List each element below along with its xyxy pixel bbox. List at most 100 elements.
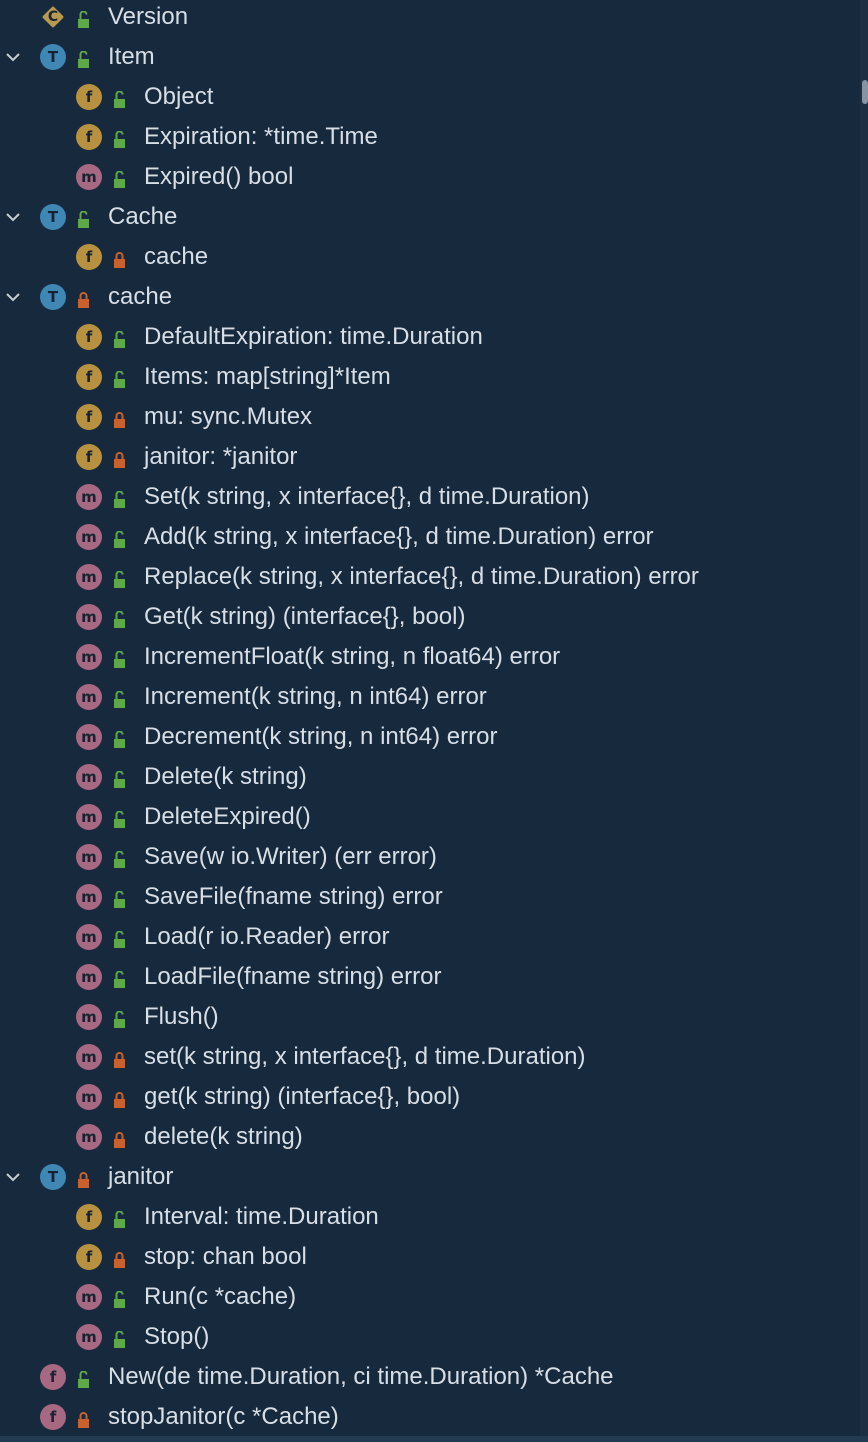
tree-row[interactable]: m IncrementFloat(k string, n float64) err… bbox=[0, 637, 860, 677]
field-icon: f bbox=[76, 84, 102, 110]
tree-row[interactable]: m Add(k string, x interface{}, d time.Dur… bbox=[0, 517, 860, 557]
tree-row[interactable]: C Version bbox=[0, 0, 860, 37]
tree-item-label: DeleteExpired() bbox=[144, 803, 311, 830]
tree-row[interactable]: m LoadFile(fname string) error bbox=[0, 957, 860, 997]
tree-row[interactable]: m get(k string) (interface{}, bool) bbox=[0, 1077, 860, 1117]
tree-row[interactable]: f cache bbox=[0, 237, 860, 277]
tree-row[interactable]: T Cache bbox=[0, 197, 860, 237]
tree-row[interactable]: m Load(r io.Reader) error bbox=[0, 917, 860, 957]
tree-item-label: Set(k string, x interface{}, d time.Dura… bbox=[144, 483, 590, 510]
method-icon: m bbox=[76, 604, 102, 630]
tree-row[interactable]: m Expired() bool bbox=[0, 157, 860, 197]
public-lock-icon bbox=[111, 88, 129, 108]
public-lock-icon bbox=[111, 168, 129, 188]
method-icon: m bbox=[76, 724, 102, 750]
tree-item-label: delete(k string) bbox=[144, 1123, 303, 1150]
tree-item-label: Decrement(k string, n int64) error bbox=[144, 723, 498, 750]
public-lock-icon bbox=[111, 328, 129, 348]
tree-row[interactable]: m Increment(k string, n int64) error bbox=[0, 677, 860, 717]
tree-row[interactable]: m Delete(k string) bbox=[0, 757, 860, 797]
vertical-scrollbar[interactable] bbox=[860, 0, 868, 1442]
chevron-down-icon[interactable] bbox=[3, 287, 23, 307]
public-lock-icon bbox=[111, 808, 129, 828]
tree-row[interactable]: f Items: map[string]*Item bbox=[0, 357, 860, 397]
tree-item-label: DefaultExpiration: time.Duration bbox=[144, 323, 483, 350]
method-icon: m bbox=[76, 844, 102, 870]
method-icon: m bbox=[76, 804, 102, 830]
tree-item-label: Object bbox=[144, 83, 214, 110]
chevron-down-icon[interactable] bbox=[3, 1167, 23, 1187]
tree-item-label: Expired() bool bbox=[144, 163, 294, 190]
horizontal-scrollbar[interactable] bbox=[0, 1436, 868, 1442]
tree-row[interactable]: m Save(w io.Writer) (err error) bbox=[0, 837, 860, 877]
tree-row[interactable]: f stopJanitor(c *Cache) bbox=[0, 1397, 860, 1437]
tree-row[interactable]: m Decrement(k string, n int64) error bbox=[0, 717, 860, 757]
field-icon: f bbox=[76, 444, 102, 470]
tree-row[interactable]: m DeleteExpired() bbox=[0, 797, 860, 837]
tree-row[interactable]: m delete(k string) bbox=[0, 1117, 860, 1157]
chevron-down-icon[interactable] bbox=[3, 47, 23, 67]
tree-row[interactable]: m Run(c *cache) bbox=[0, 1277, 860, 1317]
function-icon: f bbox=[40, 1404, 66, 1430]
tree-row[interactable]: f Object bbox=[0, 77, 860, 117]
tree-row[interactable]: f Interval: time.Duration bbox=[0, 1197, 860, 1237]
method-icon: m bbox=[76, 884, 102, 910]
method-icon: m bbox=[76, 484, 102, 510]
private-lock-icon bbox=[111, 1088, 129, 1108]
tree-row[interactable]: f New(de time.Duration, ci time.Duration)… bbox=[0, 1357, 860, 1397]
tree-row[interactable]: f stop: chan bool bbox=[0, 1237, 860, 1277]
tree-item-label: Expiration: *time.Time bbox=[144, 123, 378, 150]
chevron-down-icon[interactable] bbox=[3, 207, 23, 227]
private-lock-icon bbox=[111, 448, 129, 468]
tree-item-label: Save(w io.Writer) (err error) bbox=[144, 843, 437, 870]
tree-row[interactable]: m Stop() bbox=[0, 1317, 860, 1357]
field-icon: f bbox=[76, 1204, 102, 1230]
tree-item-label: stop: chan bool bbox=[144, 1243, 307, 1270]
public-lock-icon bbox=[75, 208, 93, 228]
public-lock-icon bbox=[111, 528, 129, 548]
private-lock-icon bbox=[111, 248, 129, 268]
field-icon: f bbox=[76, 244, 102, 270]
tree-row[interactable]: m Get(k string) (interface{}, bool) bbox=[0, 597, 860, 637]
tree-row[interactable]: f janitor: *janitor bbox=[0, 437, 860, 477]
tree-row[interactable]: Tjanitor bbox=[0, 1157, 860, 1197]
public-lock-icon bbox=[111, 1328, 129, 1348]
public-lock-icon bbox=[75, 1368, 93, 1388]
public-lock-icon bbox=[111, 608, 129, 628]
field-icon: f bbox=[76, 324, 102, 350]
field-icon: f bbox=[76, 1244, 102, 1270]
tree-row[interactable]: f Expiration: *time.Time bbox=[0, 117, 860, 157]
method-icon: m bbox=[76, 964, 102, 990]
tree-row[interactable]: m set(k string, x interface{}, d time.Dur… bbox=[0, 1037, 860, 1077]
tree-row[interactable]: m Set(k string, x interface{}, d time.Dur… bbox=[0, 477, 860, 517]
method-icon: m bbox=[76, 1004, 102, 1030]
tree-item-label: janitor bbox=[108, 1163, 174, 1190]
tree-row[interactable]: f mu: sync.Mutex bbox=[0, 397, 860, 437]
type-icon: T bbox=[40, 204, 66, 230]
tree-item-label: New(de time.Duration, ci time.Duration) … bbox=[108, 1363, 614, 1390]
tree-item-label: Item bbox=[108, 43, 155, 70]
tree-item-label: SaveFile(fname string) error bbox=[144, 883, 443, 910]
method-icon: m bbox=[76, 1324, 102, 1350]
tree-row[interactable]: Tcache bbox=[0, 277, 860, 317]
public-lock-icon bbox=[111, 128, 129, 148]
private-lock-icon bbox=[75, 288, 93, 308]
private-lock-icon bbox=[111, 1048, 129, 1068]
tree-item-label: cache bbox=[144, 243, 209, 270]
function-icon: f bbox=[40, 1364, 66, 1390]
tree-row[interactable]: T Item bbox=[0, 37, 860, 77]
public-lock-icon bbox=[111, 1008, 129, 1028]
public-lock-icon bbox=[111, 568, 129, 588]
tree-row[interactable]: m Replace(k string, x interface{}, d time… bbox=[0, 557, 860, 597]
scrollbar-thumb[interactable] bbox=[862, 80, 868, 104]
tree-item-label: stopJanitor(c *Cache) bbox=[108, 1403, 339, 1430]
field-icon: f bbox=[76, 364, 102, 390]
tree-item-label: LoadFile(fname string) error bbox=[144, 963, 442, 990]
tree-item-label: Interval: time.Duration bbox=[144, 1203, 379, 1230]
structure-tree[interactable]: C Version T Item f Object f Expiration: *time.T… bbox=[0, 0, 860, 1437]
public-lock-icon bbox=[75, 48, 93, 68]
tree-row[interactable]: f DefaultExpiration: time.Duration bbox=[0, 317, 860, 357]
tree-item-label: Replace(k string, x interface{}, d time.… bbox=[144, 563, 699, 590]
tree-row[interactable]: m Flush() bbox=[0, 997, 860, 1037]
tree-row[interactable]: m SaveFile(fname string) error bbox=[0, 877, 860, 917]
